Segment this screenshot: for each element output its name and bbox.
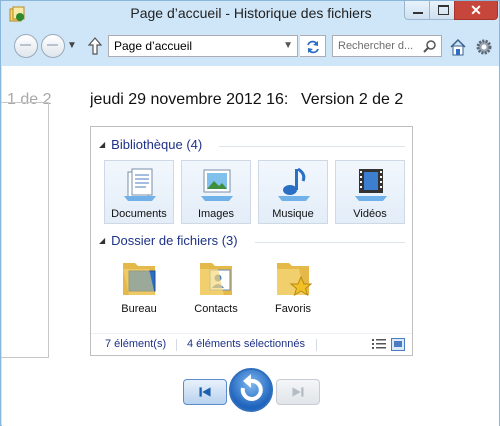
library-tile-documents[interactable]: Documents (104, 160, 174, 224)
back-button[interactable] (14, 34, 38, 58)
details-view-icon[interactable] (372, 338, 386, 351)
tile-label: Vidéos (353, 208, 387, 220)
library-group-title: Bibliothèque (4) (111, 137, 203, 152)
large-icons-view-icon[interactable] (391, 338, 405, 351)
status-separator (316, 339, 317, 351)
music-icon (278, 167, 310, 201)
recent-locations-dropdown-icon[interactable]: ▼ (67, 40, 77, 51)
next-version-button[interactable] (276, 379, 320, 405)
tile-label: Musique (272, 208, 314, 220)
forward-button[interactable] (41, 34, 65, 58)
videos-icon (355, 169, 387, 201)
close-icon: ✕ (470, 2, 482, 18)
folders-group-title: Dossier de fichiers (3) (111, 233, 238, 248)
previous-version-button[interactable] (183, 379, 227, 405)
search-icon[interactable] (423, 39, 437, 53)
group-divider (219, 146, 405, 147)
file-history-window: Page d’accueil - Historique des fichiers… (0, 0, 500, 426)
folders-group-header[interactable]: ◢ Dossier de fichiers (3) (99, 233, 238, 248)
previous-version-panel[interactable]: 1 de 2 (1, 66, 72, 358)
folder-label: Favoris (274, 303, 312, 315)
restore-button[interactable] (229, 368, 273, 412)
group-divider (255, 242, 405, 243)
minimize-button[interactable] (404, 1, 430, 20)
up-arrow-icon[interactable] (88, 37, 102, 55)
folder-label: Contacts (194, 303, 238, 315)
tile-label: Documents (111, 208, 167, 220)
skip-next-icon (292, 387, 304, 397)
library-tile-music[interactable]: Musique (258, 160, 328, 224)
folder-label: Bureau (121, 303, 157, 315)
folder-item-favoris[interactable]: Favoris (263, 255, 323, 325)
folder-item-contacts[interactable]: Contacts (186, 255, 246, 325)
library-tile-videos[interactable]: Vidéos (335, 160, 405, 224)
title-bar[interactable]: Page d’accueil - Historique des fichiers… (1, 1, 500, 28)
version-snapshot-panel: ◢ Bibliothèque (4) Documents Images Musi… (90, 126, 413, 356)
home-icon[interactable] (449, 38, 467, 56)
documents-icon (124, 168, 156, 201)
library-group-header[interactable]: ◢ Bibliothèque (4) (99, 137, 202, 152)
desktop-folder-icon (123, 263, 156, 295)
address-bar[interactable]: Page d’accueil ▼ (108, 35, 298, 57)
favorites-folder-icon (277, 263, 313, 297)
tile-label: Images (197, 208, 235, 220)
address-text: Page d’accueil (114, 39, 193, 53)
skip-previous-icon (199, 387, 211, 397)
maximize-button[interactable] (429, 1, 455, 20)
status-separator (176, 339, 177, 351)
folder-item-bureau[interactable]: Bureau (109, 255, 169, 325)
version-content-area: 1 de 2 jeudi 29 novembre 2012 16: Versio… (1, 66, 499, 426)
refresh-icon (307, 40, 319, 54)
item-count: 7 élément(s) (105, 338, 167, 350)
collapse-triangle-icon[interactable]: ◢ (99, 140, 105, 149)
library-tile-images[interactable]: Images (181, 160, 251, 224)
navigation-bar: ▼ Page d’accueil ▼ Rechercher d... (1, 28, 500, 66)
search-input[interactable]: Rechercher d... (338, 40, 413, 52)
status-bar: 7 élément(s) 4 éléments sélectionnés (91, 333, 412, 355)
search-box[interactable]: Rechercher d... (332, 35, 442, 57)
close-button[interactable]: ✕ (454, 1, 498, 20)
images-icon (201, 169, 233, 201)
collapse-triangle-icon[interactable]: ◢ (99, 236, 105, 245)
restore-icon (240, 374, 263, 401)
address-dropdown-icon[interactable]: ▼ (283, 40, 293, 51)
previous-version-preview[interactable] (1, 102, 49, 358)
contacts-folder-icon (200, 263, 232, 295)
selected-count: 4 éléments sélectionnés (187, 338, 306, 350)
version-number: Version 2 de 2 (300, 91, 404, 109)
gear-icon[interactable] (475, 38, 493, 56)
refresh-button[interactable] (300, 35, 326, 57)
